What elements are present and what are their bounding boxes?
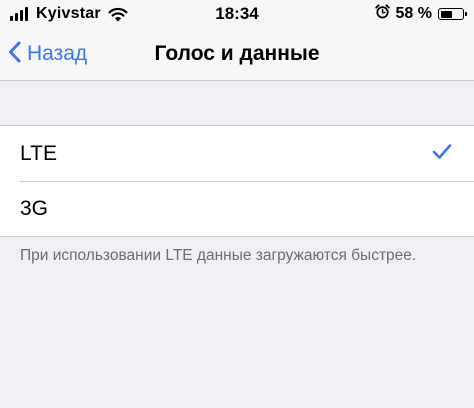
battery-percent: 58 % bbox=[395, 5, 432, 22]
status-bar: Kyivstar 18:34 58 % bbox=[0, 0, 474, 28]
option-3g[interactable]: 3G bbox=[0, 181, 474, 236]
back-label: Назад bbox=[27, 42, 88, 65]
navigation-bar: Назад Голос и данные bbox=[0, 28, 474, 81]
option-label: LTE bbox=[20, 141, 57, 165]
back-button[interactable]: Назад bbox=[8, 28, 87, 80]
footer-note: При использовании LTE данные загружаются… bbox=[20, 247, 417, 264]
option-lte[interactable]: LTE bbox=[0, 126, 474, 181]
status-right: 58 % bbox=[374, 3, 467, 25]
chevron-left-icon bbox=[8, 41, 21, 68]
alarm-icon bbox=[374, 4, 390, 24]
option-label: 3G bbox=[20, 196, 49, 220]
battery-fill bbox=[440, 10, 453, 18]
battery-icon bbox=[438, 8, 467, 20]
network-options-list: LTE 3G bbox=[0, 125, 474, 237]
checkmark-icon bbox=[432, 143, 452, 165]
